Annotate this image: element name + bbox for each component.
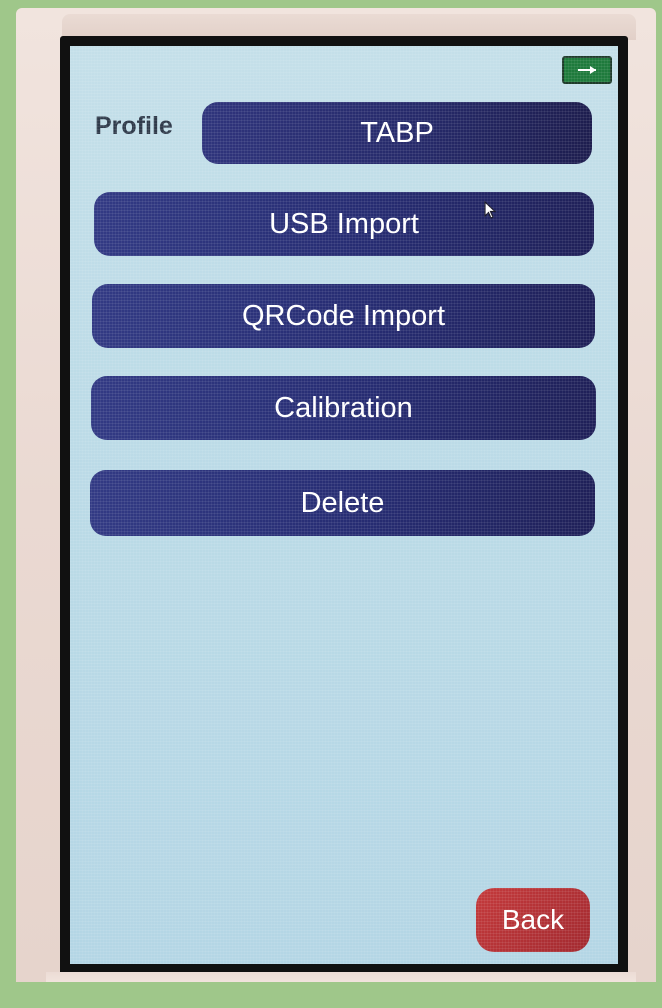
background-strip [0, 982, 662, 1008]
back-button[interactable]: Back [476, 888, 590, 952]
delete-button[interactable]: Delete [90, 470, 595, 536]
battery-charging-icon [562, 56, 612, 84]
touch-display: Profile TABP USB Import QRCode Import Ca… [70, 46, 618, 964]
profile-selector-button[interactable]: TABP [202, 102, 592, 164]
profile-label: Profile [95, 112, 173, 140]
usb-import-button[interactable]: USB Import [94, 192, 594, 256]
qrcode-import-button[interactable]: QRCode Import [92, 284, 595, 348]
calibration-button[interactable]: Calibration [91, 376, 596, 440]
mouse-pointer-icon [484, 201, 496, 219]
